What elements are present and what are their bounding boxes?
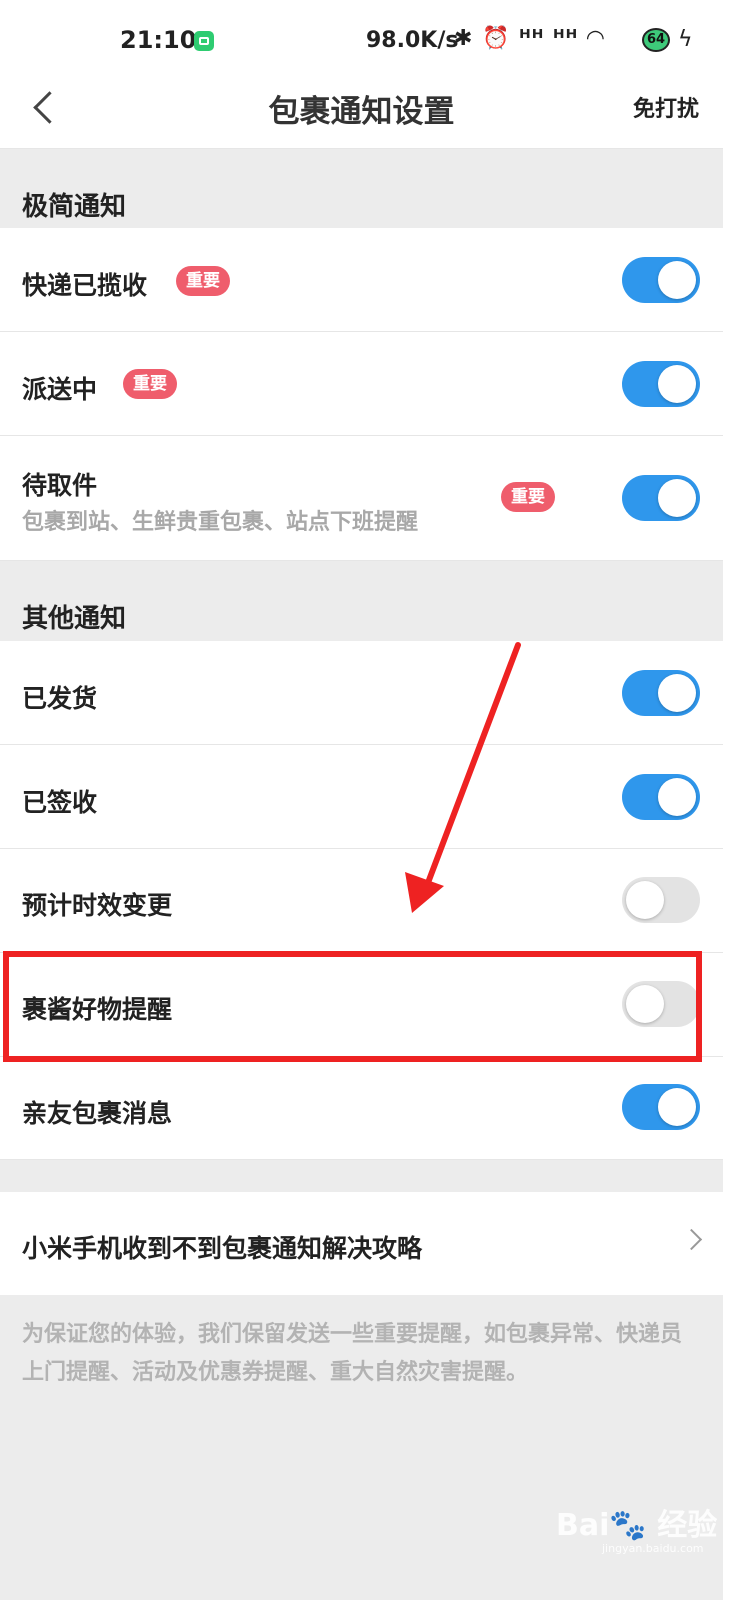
charging-icon: ϟ (678, 27, 693, 52)
guide-link-row[interactable]: 小米手机收到不到包裹通知解决攻略 (0, 1192, 723, 1295)
toggle-knob (658, 778, 696, 816)
section-title-simple: 极简通知 (22, 192, 127, 222)
nav-header: 包裹通知设置 免打扰 (0, 80, 723, 149)
toggle-eta-change[interactable] (622, 877, 700, 923)
status-time: 21:10 (120, 26, 197, 54)
important-badge: 重要 (501, 482, 555, 512)
row-signed: 已签收 (0, 745, 723, 849)
status-bar: 21:10 98.0K/s ✱ ⏰ ᵸᵸ ᵸᵸ ◠ 64 ϟ (0, 0, 723, 80)
row-label: 已签收 (22, 788, 98, 817)
row-label: 预计时效变更 (22, 891, 173, 920)
status-icons: ✱ ⏰ ᵸᵸ ᵸᵸ ◠ (454, 26, 605, 51)
toggle-knob (626, 985, 664, 1023)
row-sublabel: 包裹到站、生鲜贵重包裹、站点下班提醒 (22, 510, 419, 535)
app-icon (194, 31, 214, 51)
battery-icon: 64 (642, 28, 670, 52)
toggle-knob (626, 881, 664, 919)
toggle-goods-reminder[interactable] (622, 981, 700, 1027)
footnote-text: 为保证您的体验，我们保留发送一些重要提醒，如包裹异常、快递员上门提醒、活动及优惠… (22, 1322, 683, 1385)
right-gutter (723, 0, 738, 1600)
row-family: 亲友包裹消息 (0, 1057, 723, 1160)
chevron-right-icon (680, 1228, 703, 1251)
toggle-delivering[interactable] (622, 361, 700, 407)
page-title: 包裹通知设置 (268, 94, 455, 130)
row-label: 待取件 (22, 471, 98, 500)
section-title-other: 其他通知 (22, 604, 127, 634)
toggle-family[interactable] (622, 1084, 700, 1130)
baidu-watermark: Bai🐾 经验 (556, 1508, 718, 1543)
row-label: 快递已揽收 (22, 271, 148, 300)
toggle-knob (658, 365, 696, 403)
do-not-disturb-button[interactable]: 免打扰 (633, 91, 699, 123)
toggle-knob (658, 479, 696, 517)
row-label: 裹酱好物提醒 (22, 995, 173, 1024)
row-eta-change: 预计时效变更 (0, 849, 723, 953)
toggle-signed[interactable] (622, 774, 700, 820)
row-pickup: 待取件 包裹到站、生鲜贵重包裹、站点下班提醒 重要 (0, 436, 723, 561)
baidu-watermark-url: jingyan.baidu.com (602, 1542, 704, 1555)
toggle-knob (658, 261, 696, 299)
notification-settings-page: 21:10 98.0K/s ✱ ⏰ ᵸᵸ ᵸᵸ ◠ 64 ϟ 包裹通知设置 免打… (0, 0, 723, 1600)
guide-link-label: 小米手机收到不到包裹通知解决攻略 (22, 1234, 423, 1263)
toggle-knob (658, 1088, 696, 1126)
row-goods-reminder: 裹酱好物提醒 (0, 953, 723, 1057)
important-badge: 重要 (176, 266, 230, 296)
toggle-knob (658, 674, 696, 712)
network-speed: 98.0K/s (366, 28, 459, 53)
row-delivering: 派送中 重要 (0, 332, 723, 436)
row-label: 已发货 (22, 684, 98, 713)
important-badge: 重要 (123, 369, 177, 399)
toggle-pickup[interactable] (622, 475, 700, 521)
row-label: 派送中 (22, 375, 98, 404)
toggle-shipped[interactable] (622, 670, 700, 716)
row-label: 亲友包裹消息 (22, 1099, 173, 1128)
row-shipped: 已发货 (0, 641, 723, 745)
toggle-collected[interactable] (622, 257, 700, 303)
row-collected: 快递已揽收 重要 (0, 228, 723, 332)
